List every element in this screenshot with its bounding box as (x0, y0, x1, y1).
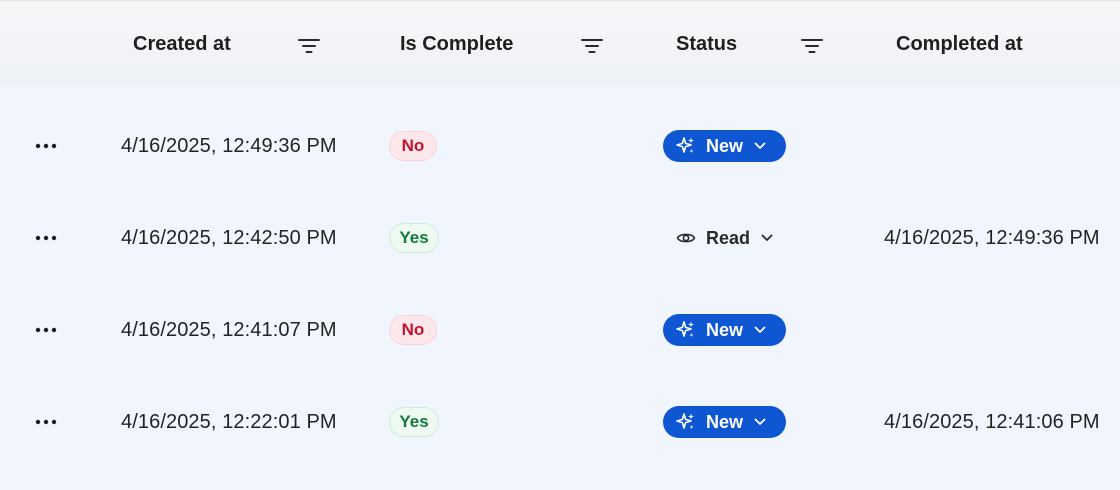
row-more-options-button[interactable] (30, 316, 62, 344)
column-title-status: Status (676, 32, 738, 55)
row-more-options-button[interactable] (30, 132, 62, 160)
eye-icon (676, 228, 696, 248)
column-header-status[interactable]: Status (676, 1, 737, 87)
chevron-down-icon (753, 139, 767, 153)
more-options-icon (35, 235, 57, 241)
created-at-cell: 4/16/2025, 12:41:07 PM (121, 318, 337, 341)
table-row[interactable]: 4/16/2025, 12:22:01 PM Yes New 4/16/2025… (0, 376, 1120, 468)
created-at-cell: 4/16/2025, 12:42:50 PM (121, 226, 337, 249)
completed-at-cell: 4/16/2025, 12:41:06 PM (884, 410, 1100, 433)
created-at-cell: 4/16/2025, 12:49:36 PM (121, 134, 337, 157)
column-title-completed-at: Completed at (896, 32, 1023, 55)
chevron-down-icon (753, 415, 767, 429)
is-complete-badge: No (389, 131, 437, 161)
column-title-is-complete: Is Complete (400, 32, 514, 55)
status-dropdown[interactable]: Read (663, 222, 786, 254)
column-title-created-at: Created at (133, 32, 231, 55)
grid-header: Created at Is Complete Status Completed … (0, 0, 1120, 86)
filter-icon (581, 39, 603, 53)
sparkle-icon (676, 136, 696, 156)
is-complete-badge: No (389, 315, 437, 345)
sparkle-icon (676, 320, 696, 340)
completed-at-cell: 4/16/2025, 12:49:36 PM (884, 226, 1100, 249)
status-filter-button[interactable] (798, 33, 826, 59)
column-header-completed-at[interactable]: Completed at (896, 1, 1023, 87)
is-complete-filter-button[interactable] (578, 33, 606, 59)
more-options-icon (35, 327, 57, 333)
more-options-icon (35, 143, 57, 149)
created-at-filter-button[interactable] (295, 33, 323, 59)
created-at-cell: 4/16/2025, 12:22:01 PM (121, 410, 337, 433)
column-header-is-complete[interactable]: Is Complete (400, 1, 513, 87)
column-header-created-at[interactable]: Created at (133, 1, 231, 87)
chevron-down-icon (753, 323, 767, 337)
chevron-down-icon (760, 231, 774, 245)
status-dropdown[interactable]: New (663, 314, 786, 346)
is-complete-badge: Yes (389, 407, 439, 437)
status-dropdown[interactable]: New (663, 130, 786, 162)
status-label: Read (706, 227, 751, 248)
filter-icon (298, 39, 320, 53)
table-row[interactable]: 4/16/2025, 12:41:07 PM No New (0, 284, 1120, 376)
more-options-icon (35, 419, 57, 425)
status-label: New (706, 135, 744, 156)
is-complete-badge: Yes (389, 223, 439, 253)
row-more-options-button[interactable] (30, 408, 62, 436)
status-label: New (706, 319, 744, 340)
table-row[interactable]: 4/16/2025, 12:42:50 PM Yes Read 4/16/202… (0, 192, 1120, 284)
data-grid: Created at Is Complete Status Completed … (0, 0, 1120, 490)
sparkle-icon (676, 412, 696, 432)
status-dropdown[interactable]: New (663, 406, 786, 438)
status-label: New (706, 411, 744, 432)
table-row[interactable]: 4/16/2025, 12:49:36 PM No New (0, 100, 1120, 192)
filter-icon (801, 39, 823, 53)
row-more-options-button[interactable] (30, 224, 62, 252)
